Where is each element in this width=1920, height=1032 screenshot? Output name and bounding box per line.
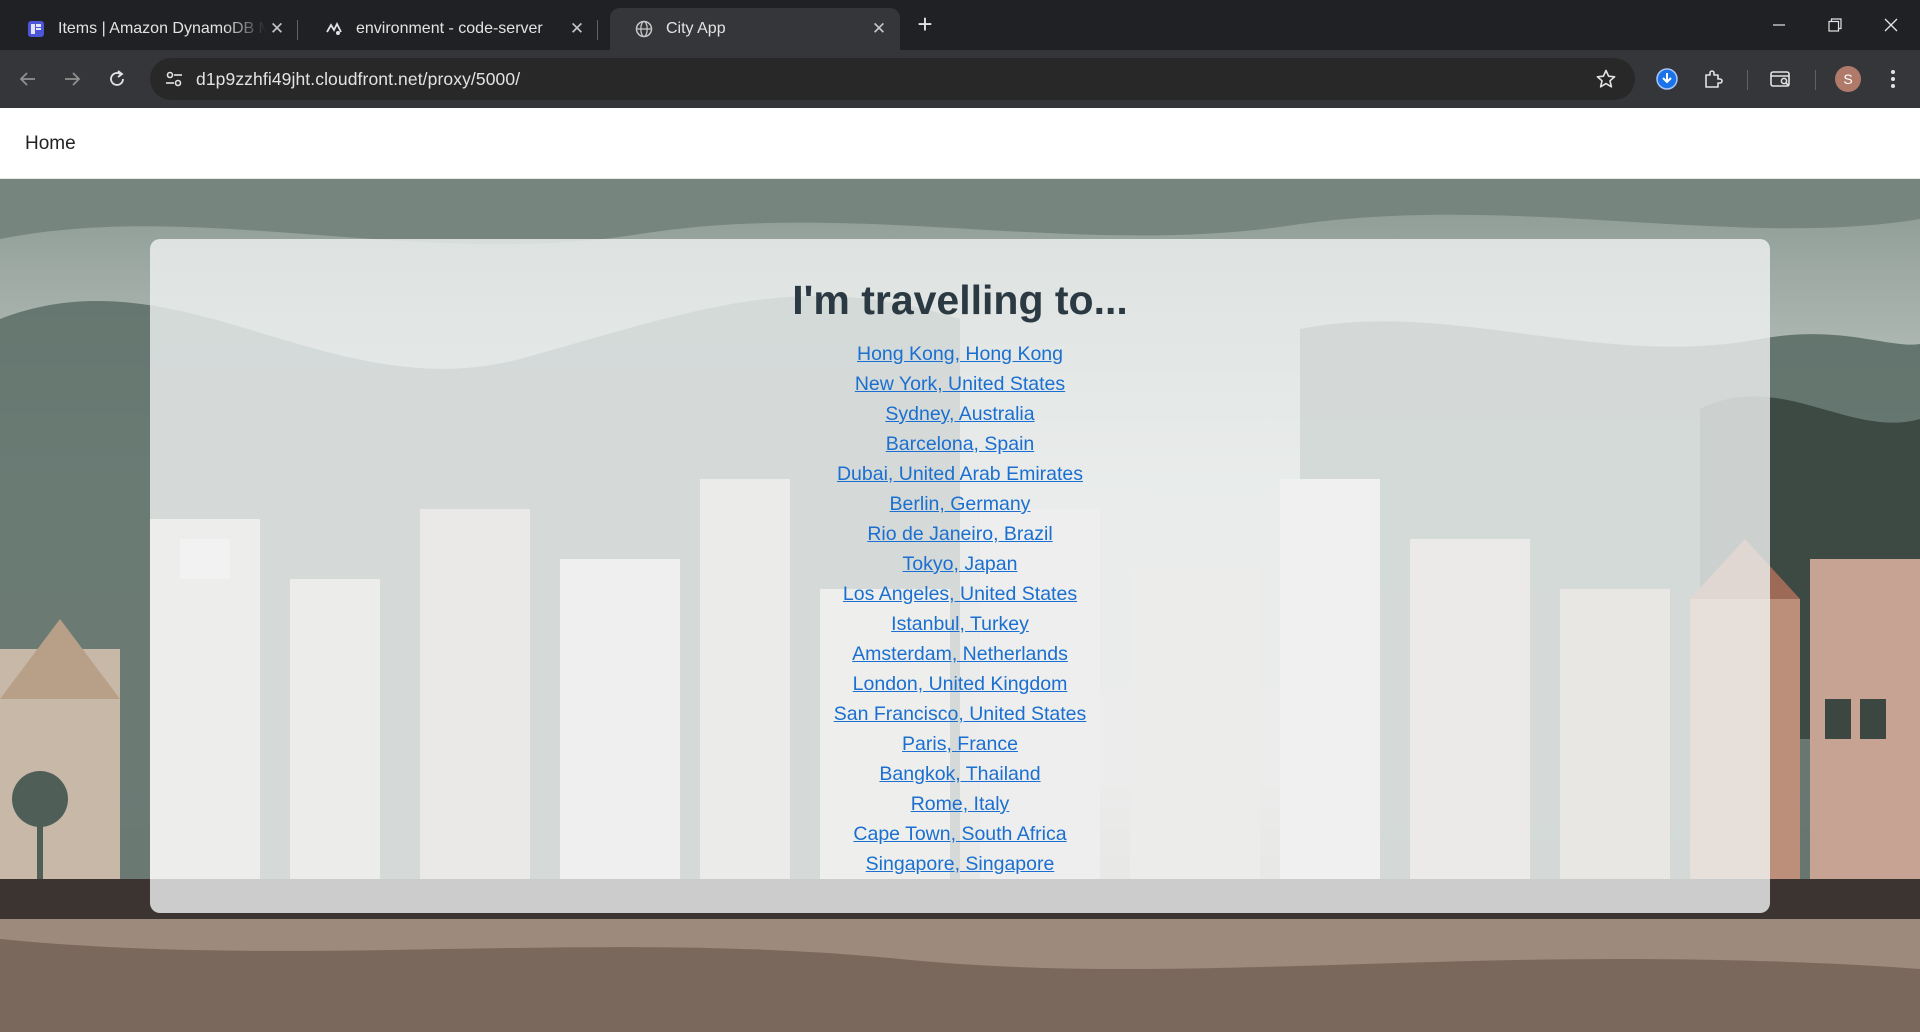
city-link[interactable]: Bangkok, Thailand: [879, 763, 1040, 785]
city-link[interactable]: Istanbul, Turkey: [891, 613, 1029, 635]
list-item: Cape Town, South Africa: [150, 819, 1770, 849]
tab-search-icon[interactable]: [1766, 64, 1796, 94]
tab-title: Items | Amazon DynamoDB Ma: [58, 20, 266, 37]
close-window-button[interactable]: [1862, 0, 1920, 50]
toolbar-separator: [1815, 70, 1816, 90]
close-icon[interactable]: ✕: [566, 18, 588, 40]
back-button[interactable]: [13, 64, 43, 94]
city-link[interactable]: Rio de Janeiro, Brazil: [867, 523, 1052, 545]
city-link[interactable]: Rome, Italy: [911, 793, 1010, 815]
city-list: Hong Kong, Hong Kong New York, United St…: [150, 339, 1770, 879]
nav-home-link[interactable]: Home: [25, 133, 76, 155]
tab-title: City App: [666, 20, 726, 37]
list-item: Dubai, United Arab Emirates: [150, 459, 1770, 489]
top-navbar: Home: [0, 108, 1920, 179]
city-link[interactable]: Paris, France: [902, 733, 1018, 755]
menu-kebab-icon[interactable]: [1878, 64, 1908, 94]
minimize-button[interactable]: [1750, 0, 1808, 50]
forward-button[interactable]: [57, 64, 87, 94]
list-item: London, United Kingdom: [150, 669, 1770, 699]
tab-dynamodb[interactable]: Items | Amazon DynamoDB Ma ✕: [2, 8, 298, 50]
close-icon[interactable]: ✕: [868, 18, 890, 40]
city-link[interactable]: Los Angeles, United States: [843, 583, 1077, 605]
globe-icon: [634, 19, 654, 39]
city-link[interactable]: Cape Town, South Africa: [853, 823, 1066, 845]
list-item: Bangkok, Thailand: [150, 759, 1770, 789]
city-link[interactable]: Berlin, Germany: [890, 493, 1031, 515]
list-item: New York, United States: [150, 369, 1770, 399]
toolbar-separator: [1747, 70, 1748, 90]
list-item: Amsterdam, Netherlands: [150, 639, 1770, 669]
web-page: Home I'm travelling to... Hong Kong, Hon…: [0, 108, 1920, 1032]
browser-tab-strip: Items | Amazon DynamoDB Ma ✕ environment…: [0, 0, 1920, 50]
restore-button[interactable]: [1806, 0, 1864, 50]
tab-code-server[interactable]: environment - code-server ✕: [300, 8, 598, 50]
city-link[interactable]: Hong Kong, Hong Kong: [857, 343, 1063, 365]
list-item: San Francisco, United States: [150, 699, 1770, 729]
list-item: Singapore, Singapore: [150, 849, 1770, 879]
list-item: Rio de Janeiro, Brazil: [150, 519, 1770, 549]
bookmark-star-icon[interactable]: [1595, 68, 1617, 95]
city-link[interactable]: Tokyo, Japan: [903, 553, 1018, 575]
list-item: Berlin, Germany: [150, 489, 1770, 519]
city-link[interactable]: Sydney, Australia: [885, 403, 1034, 425]
reload-button[interactable]: [102, 64, 132, 94]
download-icon[interactable]: [1652, 64, 1682, 94]
city-link[interactable]: New York, United States: [855, 373, 1065, 395]
city-link[interactable]: Amsterdam, Netherlands: [852, 643, 1068, 665]
list-item: Hong Kong, Hong Kong: [150, 339, 1770, 369]
code-server-icon: [324, 19, 344, 39]
city-link[interactable]: London, United Kingdom: [853, 673, 1068, 695]
list-item: Paris, France: [150, 729, 1770, 759]
avatar: S: [1835, 66, 1861, 92]
site-info-icon[interactable]: [164, 69, 184, 94]
list-item: Rome, Italy: [150, 789, 1770, 819]
city-link[interactable]: Barcelona, Spain: [886, 433, 1035, 455]
list-item: Tokyo, Japan: [150, 549, 1770, 579]
url-text[interactable]: d1p9zzhfi49jht.cloudfront.net/proxy/5000…: [196, 69, 520, 90]
city-link[interactable]: San Francisco, United States: [834, 703, 1087, 725]
destinations-card: I'm travelling to... Hong Kong, Hong Kon…: [150, 239, 1770, 913]
extensions-icon[interactable]: [1698, 64, 1728, 94]
dynamodb-icon: [26, 19, 46, 39]
city-link[interactable]: Singapore, Singapore: [866, 853, 1055, 875]
new-tab-button[interactable]: +: [912, 11, 938, 38]
list-item: Istanbul, Turkey: [150, 609, 1770, 639]
browser-toolbar: d1p9zzhfi49jht.cloudfront.net/proxy/5000…: [0, 50, 1920, 108]
tab-city-app[interactable]: City App ✕: [610, 8, 900, 50]
tab-title: environment - code-server: [356, 20, 543, 37]
list-item: Los Angeles, United States: [150, 579, 1770, 609]
profile-avatar[interactable]: S: [1833, 64, 1863, 94]
city-link[interactable]: Dubai, United Arab Emirates: [837, 463, 1083, 485]
list-item: Barcelona, Spain: [150, 429, 1770, 459]
close-icon[interactable]: ✕: [266, 18, 288, 40]
list-item: Sydney, Australia: [150, 399, 1770, 429]
address-bar[interactable]: d1p9zzhfi49jht.cloudfront.net/proxy/5000…: [150, 58, 1635, 100]
page-heading: I'm travelling to...: [792, 277, 1128, 323]
